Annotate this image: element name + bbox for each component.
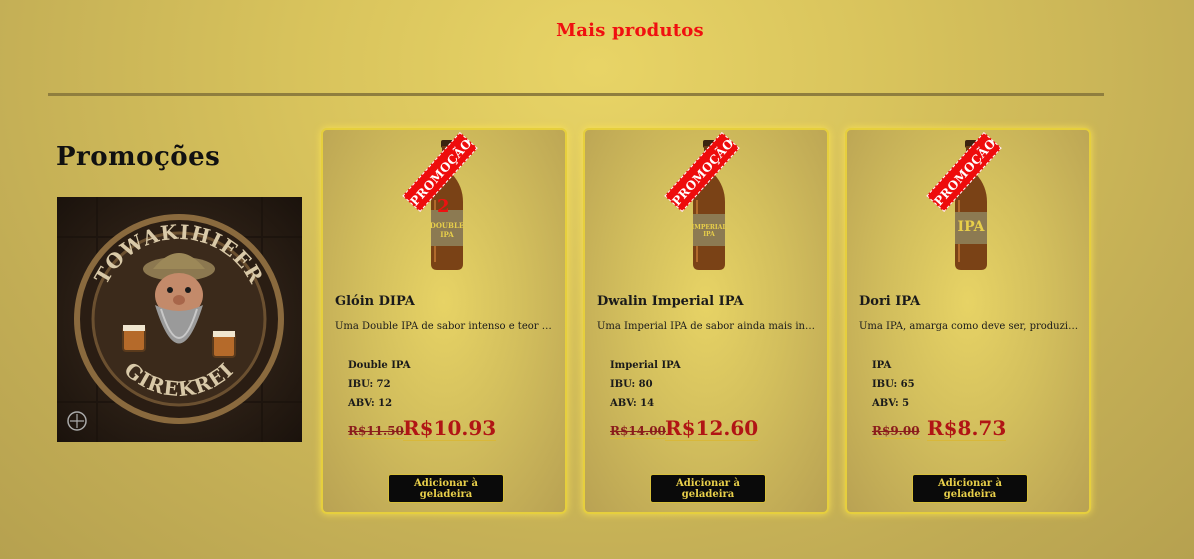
product-description: Uma Imperial IPA de sabor ainda mais int… [597, 321, 819, 332]
bottle-label-number: 2 [437, 196, 450, 217]
promo-heading: Promoções [56, 142, 221, 172]
old-price: R$11.50 [348, 424, 404, 439]
product-ibu: IBU: 65 [872, 379, 915, 390]
product-description: Uma IPA, amarga como deve ser, produzida… [859, 321, 1081, 332]
add-to-fridge-button[interactable]: Adicionar à geladeira [388, 474, 504, 503]
product-ibu: IBU: 80 [610, 379, 653, 390]
add-to-fridge-button[interactable]: Adicionar à geladeira [912, 474, 1028, 503]
new-price: R$8.73 [927, 416, 1007, 441]
section-title: Mais produtos [556, 20, 704, 41]
new-price: R$10.93 [403, 416, 497, 441]
product-card: IPA PROMOÇÃO Dori IPA Uma IPA, amarga co… [845, 128, 1091, 514]
bottle-label-text: IMPERIAL IPA [691, 224, 727, 238]
product-description: Uma Double IPA de sabor intenso e teor a… [335, 321, 557, 332]
add-to-fridge-button[interactable]: Adicionar à geladeira [650, 474, 766, 503]
product-abv: ABV: 12 [348, 398, 393, 409]
new-price: R$12.60 [665, 416, 759, 441]
old-price: R$9.00 [872, 424, 920, 439]
product-style: IPA [872, 360, 892, 371]
product-name: Dwalin Imperial IPA [597, 294, 744, 309]
divider [48, 93, 1104, 96]
product-abv: ABV: 14 [610, 398, 655, 409]
product-abv: ABV: 5 [872, 398, 910, 409]
product-style: Double IPA [348, 360, 411, 371]
promo-image: TOWAKIHIEER GIREKREI [57, 197, 302, 442]
old-price: R$14.00 [610, 424, 666, 439]
product-card: 2 DOUBLE IPA PROMOÇÃO Glóin DIPA Uma Dou… [321, 128, 567, 514]
product-name: Dori IPA [859, 294, 921, 309]
bottle-label-text: DOUBLE IPA [429, 221, 465, 239]
product-ibu: IBU: 72 [348, 379, 391, 390]
product-name: Glóin DIPA [335, 294, 415, 309]
product-card: IMPERIAL IPA PROMOÇÃO Dwalin Imperial IP… [583, 128, 829, 514]
product-style: Imperial IPA [610, 360, 681, 371]
bottle-label-text: IPA [957, 219, 985, 235]
